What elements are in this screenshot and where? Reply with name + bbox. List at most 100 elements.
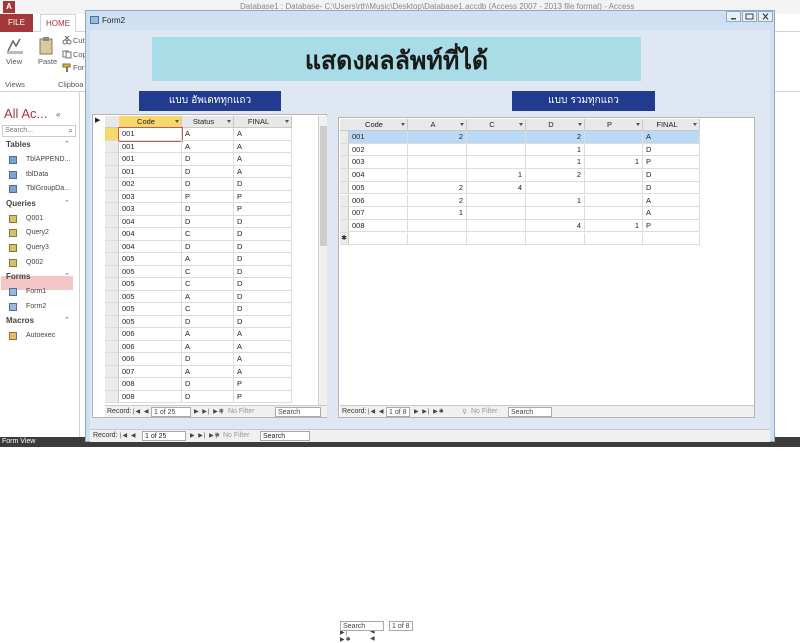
grid-cell[interactable]: 1 (585, 219, 643, 233)
grid-cell[interactable]: P (182, 190, 234, 203)
grid-cell[interactable]: 4 (467, 181, 526, 195)
table-row[interactable]: 008 4 1 P (340, 219, 700, 233)
column-header-final[interactable]: FINAL (234, 116, 292, 127)
grid-cell[interactable] (526, 207, 585, 220)
grid-cell[interactable] (408, 143, 467, 157)
column-header-final[interactable]: FINAL (643, 119, 700, 130)
grid-cell[interactable]: 001 (119, 153, 182, 166)
grid-cell[interactable] (526, 232, 585, 246)
record-position-input[interactable]: 1 of 25 (151, 407, 191, 417)
nav-item-query2[interactable]: Query2 (26, 229, 49, 236)
chevron-up-icon[interactable]: ⌃ (64, 316, 70, 324)
filter-status[interactable]: No Filter (471, 408, 497, 415)
grid-cell[interactable]: 007 (119, 365, 182, 378)
grid-cell[interactable]: 004 (119, 215, 182, 228)
format-painter-label[interactable]: For (73, 63, 84, 72)
record-selector[interactable] (340, 131, 349, 144)
record-selector[interactable] (105, 328, 119, 341)
grid-cell[interactable]: 003 (119, 203, 182, 216)
filter-status[interactable]: No Filter (228, 408, 254, 415)
new-record-icon[interactable]: ✱ (340, 232, 349, 246)
grid-cell[interactable]: A (182, 328, 234, 341)
record-selector[interactable] (105, 215, 119, 228)
table-row[interactable]: 005 2 4 D (340, 181, 700, 195)
chevron-up-icon[interactable]: ⌃ (64, 199, 70, 207)
grid-cell[interactable]: A (234, 328, 292, 341)
record-position-input[interactable]: 1 of 8 (386, 407, 410, 417)
grid-cell[interactable]: A (643, 194, 700, 207)
grid-cell[interactable]: D (182, 178, 234, 191)
dropdown-arrow-icon[interactable] (636, 123, 640, 126)
grid-cell[interactable] (349, 232, 408, 246)
grid-cell[interactable]: A (182, 365, 234, 378)
grid-cell[interactable]: 005 (119, 253, 182, 266)
table-row[interactable]: 004 1 2 D (340, 169, 700, 182)
dropdown-arrow-icon[interactable] (693, 123, 697, 126)
nav-group-macros[interactable]: Macros (6, 316, 34, 325)
grid-cell[interactable]: C (182, 278, 234, 291)
dropdown-arrow-icon[interactable] (460, 123, 464, 126)
grid-cell[interactable]: A (234, 153, 292, 166)
record-selector[interactable] (105, 365, 119, 378)
grid-cell[interactable]: 1 (585, 156, 643, 169)
dropdown-arrow-icon[interactable] (285, 120, 289, 123)
record-selector[interactable] (340, 219, 349, 233)
column-header-code[interactable]: Code (119, 116, 182, 127)
grid-cell[interactable]: P (234, 203, 292, 216)
record-selector[interactable] (340, 156, 349, 170)
grid-cell[interactable]: 4 (526, 219, 585, 233)
table-row[interactable]: 005 C D (105, 303, 292, 316)
grid-cell[interactable]: D (182, 378, 234, 391)
grid-cell[interactable] (585, 181, 643, 195)
grid-cell[interactable] (467, 219, 526, 233)
record-selector[interactable] (340, 207, 349, 220)
record-position-input[interactable]: 1 of 25 (142, 431, 186, 441)
record-selector[interactable] (105, 253, 119, 266)
grid-cell[interactable]: 002 (349, 143, 408, 157)
column-header-status[interactable]: Status (182, 116, 234, 127)
table-row[interactable]: 007 1 A (340, 207, 700, 220)
tab-home[interactable]: HOME (40, 14, 76, 33)
table-row[interactable]: 001 2 2 A (340, 131, 700, 144)
record-selector[interactable] (340, 169, 349, 182)
grid-cell[interactable]: 005 (119, 290, 182, 303)
record-selector[interactable] (105, 290, 119, 303)
table-row[interactable]: 006 D A (105, 353, 292, 366)
grid-cell[interactable]: D (182, 240, 234, 253)
record-position-input[interactable]: 1 of 8 (389, 621, 413, 631)
grid-cell[interactable]: 002 (119, 178, 182, 191)
grid-cell[interactable]: P (234, 390, 292, 403)
dropdown-arrow-icon[interactable] (175, 120, 179, 123)
grid-cell[interactable]: C (182, 265, 234, 278)
grid-cell[interactable]: 005 (119, 315, 182, 328)
grid-cell[interactable]: 1 (408, 207, 467, 220)
grid-cell[interactable]: D (234, 228, 292, 241)
grid-cell[interactable]: D (182, 315, 234, 328)
grid-cell[interactable]: 004 (119, 240, 182, 253)
nav-group-tables[interactable]: Tables (6, 140, 31, 149)
grid-cell[interactable]: 1 (467, 169, 526, 182)
chevron-up-icon[interactable]: ⌃ (64, 272, 70, 280)
record-selector[interactable] (340, 143, 349, 157)
column-header-d[interactable]: D (526, 119, 585, 130)
grid-cell[interactable] (585, 194, 643, 207)
record-selector[interactable] (340, 181, 349, 195)
grid-cell[interactable]: 1 (526, 156, 585, 169)
grid-cell[interactable]: 005 (119, 303, 182, 316)
table-row[interactable]: 001 A A (105, 140, 292, 153)
record-selector[interactable] (105, 378, 119, 391)
grid-cell[interactable] (467, 156, 526, 169)
table-row[interactable]: 008 D P (105, 378, 292, 391)
record-search-input[interactable]: Search (275, 407, 321, 417)
table-row[interactable]: 002 1 D (340, 143, 700, 157)
grid-cell[interactable]: 008 (119, 390, 182, 403)
grid-cell[interactable] (467, 131, 526, 144)
table-row[interactable]: 003 D P (105, 203, 292, 216)
grid-cell[interactable]: 006 (119, 353, 182, 366)
copy-icon[interactable] (62, 50, 72, 59)
grid-cell[interactable]: 2 (408, 131, 467, 144)
dropdown-arrow-icon[interactable] (227, 120, 231, 123)
grid-cell[interactable]: P (234, 378, 292, 391)
shutter-bar-icon[interactable]: « (56, 110, 60, 119)
nav-item-tblappend-[interactable]: TblAPPEND... (26, 156, 70, 163)
